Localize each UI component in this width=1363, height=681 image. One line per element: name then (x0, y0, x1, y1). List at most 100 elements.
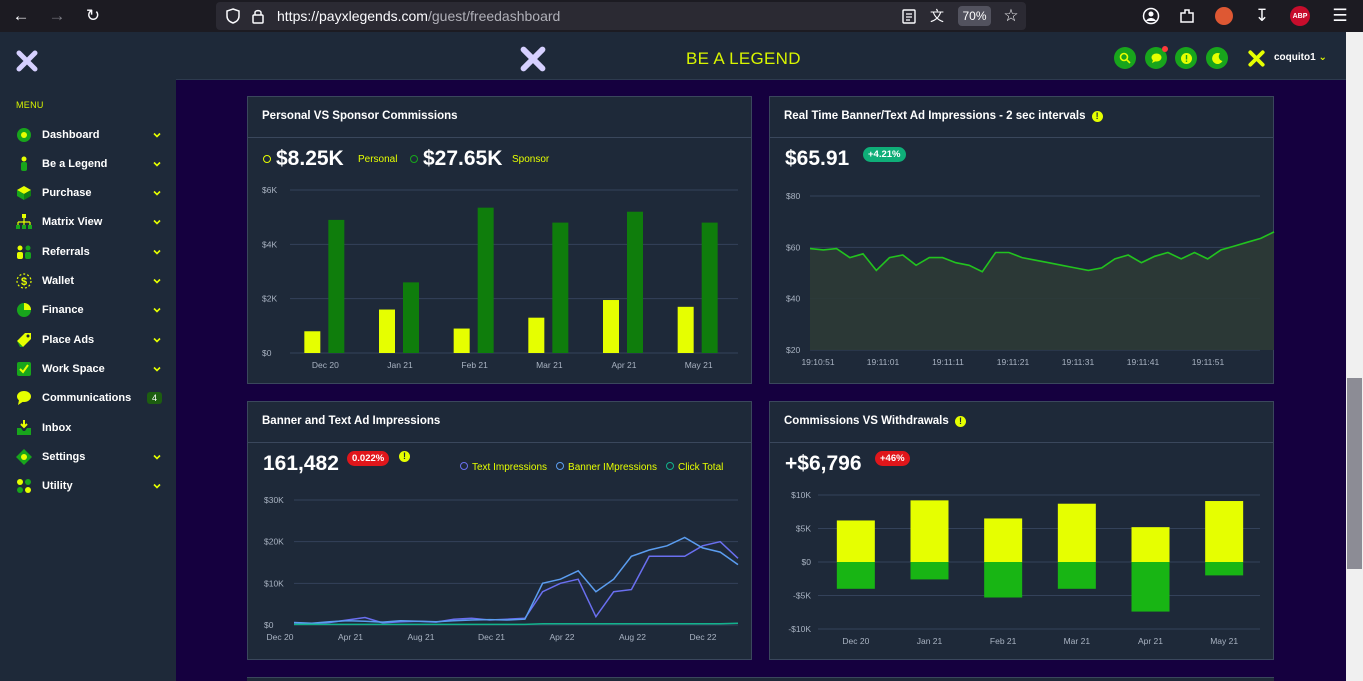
sidebar-item-purchase[interactable]: Purchase (14, 183, 162, 203)
bar-withdrawals (1205, 562, 1244, 576)
alerts-button[interactable] (1175, 47, 1197, 69)
sidebar-item-label: Dashboard (42, 129, 100, 141)
personal-sponsor-card: Personal VS Sponsor Commissions $8.25K P… (247, 96, 752, 384)
sidebar-item-inbox[interactable]: Inbox (14, 418, 162, 438)
bookmark-star-icon[interactable]: ☆ (1000, 2, 1022, 30)
zoom-level[interactable]: 70% (958, 6, 991, 26)
x-tick-label: Apr 22 (549, 632, 574, 642)
page-scrollbar[interactable] (1346, 32, 1363, 681)
sidebar-item-work-space[interactable]: Work Space (14, 359, 162, 379)
extensions-icon[interactable] (1178, 7, 1196, 25)
search-button[interactable] (1114, 47, 1136, 69)
x-tick-label: Mar 21 (1064, 636, 1091, 646)
sidebar-item-label: Be a Legend (42, 158, 108, 170)
pie-icon (14, 301, 34, 319)
user-menu[interactable]: coquito1 ⌄ (1274, 52, 1327, 63)
chevron-down-icon[interactable] (152, 335, 162, 345)
x-tick-label: 19:10:51 (801, 357, 834, 367)
chevron-down-icon[interactable] (152, 130, 162, 140)
realtime-area-chart: $20 $40 $60 $80 19:10:51 19:11:01 19:11:11 19:1… (786, 191, 1275, 367)
y-tick-label: $4K (262, 239, 277, 249)
sidebar-item-label: Work Space (42, 363, 105, 375)
chevron-down-icon[interactable] (152, 247, 162, 257)
chevron-down-icon[interactable] (152, 364, 162, 374)
chevron-down-icon[interactable] (152, 305, 162, 315)
back-icon[interactable]: ← (10, 0, 32, 32)
sidebar-item-finance[interactable]: Finance (14, 300, 162, 320)
sidebar-item-place-ads[interactable]: Place Ads (14, 330, 162, 350)
reload-icon[interactable]: ↻ (82, 0, 104, 32)
menu-label: MENU (16, 100, 44, 110)
checkbox-icon (14, 360, 34, 378)
banner-text-impressions-card: Banner and Text Ad Impressions 161,482 0… (247, 401, 752, 660)
lock-icon[interactable] (252, 8, 264, 24)
sidebar-item-wallet[interactable]: $ Wallet (14, 271, 162, 291)
duckduckgo-icon[interactable] (1215, 7, 1233, 25)
chevron-down-icon[interactable] (152, 188, 162, 198)
sidebar-item-label: Referrals (42, 246, 90, 258)
series-line-2 (293, 536, 739, 625)
bar-sponsor (701, 222, 718, 353)
chevron-down-icon[interactable] (152, 217, 162, 227)
alert-icon (1180, 52, 1192, 64)
y-tick-label: $0 (262, 348, 272, 358)
y-tick-label: $2K (262, 294, 277, 304)
messages-button[interactable] (1145, 46, 1168, 69)
y-tick-label: $6K (262, 185, 277, 195)
y-tick-label: $20K (264, 537, 284, 547)
chat-icon (1151, 53, 1161, 63)
shield-icon[interactable] (226, 8, 240, 24)
sidebar-item-settings[interactable]: Settings (14, 447, 162, 467)
download-icon[interactable]: ↧ (1252, 0, 1272, 32)
person-icon (14, 155, 34, 173)
chevron-down-icon[interactable] (152, 481, 162, 491)
account-icon[interactable] (1142, 7, 1160, 25)
sidebar-item-communications[interactable]: Communications 4 (14, 388, 162, 408)
chevron-down-icon[interactable] (152, 276, 162, 286)
x-tick-label: 19:11:11 (932, 357, 964, 367)
sidebar-item-referrals[interactable]: Referrals (14, 242, 162, 262)
y-tick-label: $30K (264, 495, 284, 505)
bar-personal (453, 328, 470, 353)
x-tick-label: Dec 20 (842, 636, 869, 646)
sidebar-item-label: Finance (42, 304, 84, 316)
sidebar-item-utility[interactable]: Utility (14, 476, 162, 496)
user-avatar-icon[interactable] (1248, 50, 1265, 67)
sidebar-item-matrix-view[interactable]: Matrix View (14, 212, 162, 232)
bar-withdrawals (836, 562, 875, 589)
bar-sponsor (627, 211, 643, 353)
x-tick-label: Aug 21 (408, 632, 435, 642)
chevron-down-icon[interactable] (152, 159, 162, 169)
sidebar-item-label: Settings (42, 451, 86, 463)
forward-icon[interactable]: → (46, 0, 68, 32)
cube-icon (14, 184, 34, 202)
scrollbar-thumb[interactable] (1347, 378, 1362, 569)
y-tick-label: -$5K (793, 591, 811, 601)
sidebar-item-be-a-legend[interactable]: Be a Legend (14, 154, 162, 174)
commissions-bar-chart: $0 $2K $4K $6K Dec 20 Jan 21 Feb 21 Mar 21 Apr 2… (262, 185, 738, 370)
x-tick-label: Dec 20 (267, 632, 294, 642)
x-tick-label: Feb 21 (461, 360, 488, 370)
address-bar[interactable]: https://payxlegends.com/guest/freedashbo… (216, 2, 1026, 30)
translate-icon[interactable]: 文 (926, 2, 948, 30)
bar-personal (603, 300, 619, 353)
brand-logo-icon[interactable] (520, 46, 546, 72)
bar-sponsor (477, 207, 494, 353)
bar-personal (379, 309, 395, 353)
menu-icon[interactable]: ☰ (1330, 0, 1350, 32)
x-tick-label: Apr 21 (1138, 636, 1163, 646)
x-tick-label: Aug 22 (619, 632, 646, 642)
logo-x-icon[interactable] (16, 50, 38, 72)
x-tick-label: May 21 (1210, 636, 1238, 646)
unread-badge: 4 (146, 392, 162, 404)
y-tick-label: $80 (786, 191, 800, 201)
adblock-icon[interactable]: ABP (1290, 6, 1310, 26)
sidebar-item-dashboard[interactable]: Dashboard (14, 125, 162, 145)
x-tick-label: Dec 21 (478, 632, 505, 642)
theme-toggle-button[interactable] (1206, 47, 1228, 69)
bar-sponsor (552, 222, 569, 353)
commissions-withdrawals-card: Commissions VS Withdrawals ! +$6,796 +46… (769, 401, 1274, 660)
chevron-down-icon[interactable] (152, 452, 162, 462)
reader-view-icon[interactable] (902, 9, 916, 24)
bar-commissions (1057, 503, 1096, 562)
